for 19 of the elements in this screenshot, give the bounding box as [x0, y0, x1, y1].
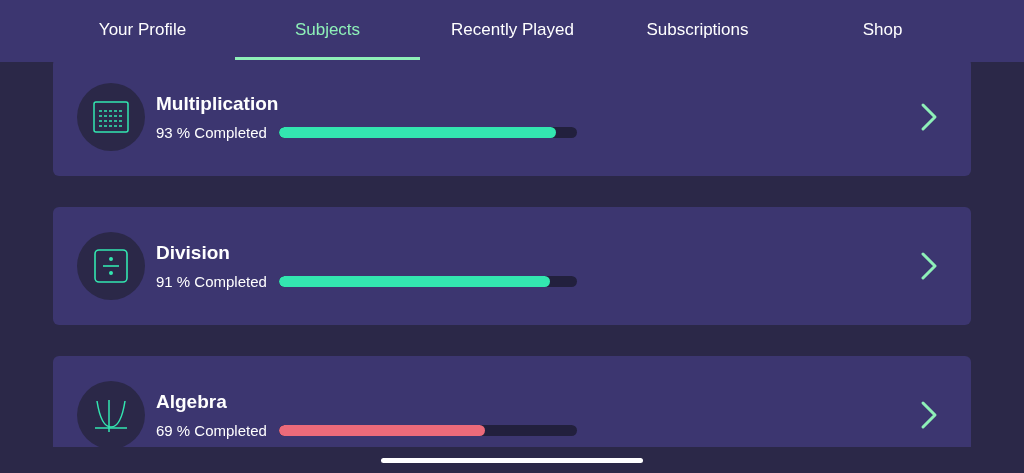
home-indicator[interactable] [381, 457, 643, 463]
chevron-right-icon[interactable] [919, 400, 939, 430]
subject-card[interactable]: Division 91 % Completed [53, 207, 971, 325]
progress-text: 93 % Completed [156, 124, 267, 141]
subject-title: Division [156, 242, 231, 264]
tab[interactable]: Subscriptions [605, 0, 790, 60]
chevron-right-icon[interactable] [919, 251, 939, 281]
tab[interactable]: Recently Played [420, 0, 605, 60]
graph-icon [93, 397, 129, 433]
tab[interactable]: Shop [790, 0, 975, 60]
divide-icon [94, 249, 128, 283]
grid-icon [93, 101, 129, 133]
subject-title: Multiplication [156, 93, 280, 115]
progress-text: 69 % Completed [156, 422, 267, 439]
progress-text: 91 % Completed [156, 273, 267, 290]
chevron-right-icon[interactable] [919, 102, 939, 132]
subject-title: Algebra [156, 391, 228, 413]
tab[interactable]: Your Profile [50, 0, 235, 60]
subject-card[interactable]: Algebra 69 % Completed [53, 356, 971, 447]
